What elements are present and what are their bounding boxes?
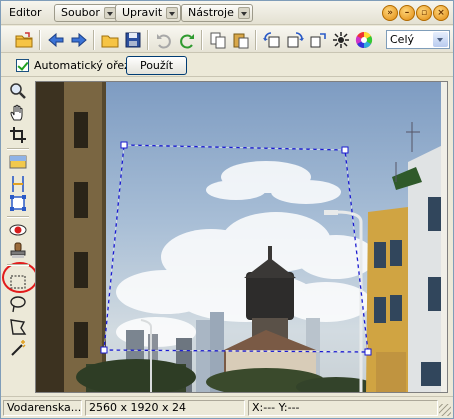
rect-select-icon[interactable] [9,273,27,291]
status-coordinates: X:--- Y:--- [248,400,438,416]
paste-icon[interactable] [231,30,251,50]
chevron-down-icon [166,7,179,19]
toolbar-separator [255,30,256,50]
crop-options-bar: Automatický ořez Použít [1,54,453,77]
vertical-scrollbar[interactable] [441,82,447,392]
rotate-right-icon[interactable] [285,30,305,50]
toolbar-separator [39,30,40,50]
menu-bar: Editor Soubor Upravit Nástroje » – ▫ × [1,1,453,25]
menu-soubor-label: Soubor [61,6,100,19]
flip-icon[interactable] [308,30,328,50]
back-arrow-icon[interactable] [46,30,66,50]
chevron-down-icon[interactable]: » [382,5,398,21]
menu-upravit-label: Upravit [122,6,163,19]
stamp-icon[interactable] [9,242,27,260]
tool-separator [7,216,29,217]
auto-crop-checkbox[interactable] [16,59,29,72]
zoom-select[interactable]: Celý [386,30,450,49]
lasso-icon[interactable] [9,295,27,313]
apply-button[interactable]: Použít [126,56,187,75]
crop-icon[interactable] [9,126,27,144]
zoom-select-value: Celý [390,33,415,46]
undo-icon[interactable] [154,30,174,50]
tool-separator [7,264,29,265]
fullscreen-icon[interactable] [331,30,351,50]
menu-upravit[interactable]: Upravit [115,4,182,22]
open-icon[interactable] [100,30,120,50]
resize-grip[interactable] [439,404,451,416]
perspective-crop-icon[interactable] [9,194,27,212]
status-dimensions: 2560 x 1920 x 24 [85,400,245,416]
zoom-icon[interactable] [9,82,27,100]
minimize-icon[interactable]: – [399,5,415,21]
status-filename: Vodarenska... [3,400,82,416]
chevron-down-icon [237,7,250,19]
tool-strip [1,78,38,396]
photo-canvas[interactable] [35,81,448,393]
rotate-left-icon[interactable] [262,30,282,50]
toolbar-separator [147,30,148,50]
copy-icon[interactable] [208,30,228,50]
status-bar: Vodarenska... 2560 x 1920 x 24 X:--- Y:-… [1,396,453,418]
forward-arrow-icon[interactable] [69,30,89,50]
restore-icon[interactable]: ▫ [416,5,432,21]
auto-crop-label: Automatický ořez [34,59,130,72]
photo-image [36,82,447,392]
redo-icon[interactable] [177,30,197,50]
menu-nastroje[interactable]: Nástroje [181,4,253,22]
editor-window: Editor Soubor Upravit Nástroje » – ▫ × C… [0,0,454,419]
close-icon[interactable]: × [433,5,449,21]
chevron-down-icon [433,32,448,47]
red-eye-icon[interactable] [9,221,27,239]
gradient-icon[interactable] [9,153,27,171]
main-toolbar: Celý [1,26,453,53]
hand-icon[interactable] [9,104,27,122]
tool-separator [7,148,29,149]
toolbar-separator [93,30,94,50]
magic-wand-icon[interactable] [9,339,27,357]
polygon-select-icon[interactable] [9,317,27,335]
menu-soubor[interactable]: Soubor [54,4,119,22]
menu-nastroje-label: Nástroje [188,6,234,19]
color-wheel-icon[interactable] [354,30,374,50]
save-icon[interactable] [123,30,143,50]
toolbar-separator [201,30,202,50]
app-title: Editor [9,6,42,19]
straighten-icon[interactable] [9,175,27,193]
open-folder-icon[interactable] [14,30,34,50]
